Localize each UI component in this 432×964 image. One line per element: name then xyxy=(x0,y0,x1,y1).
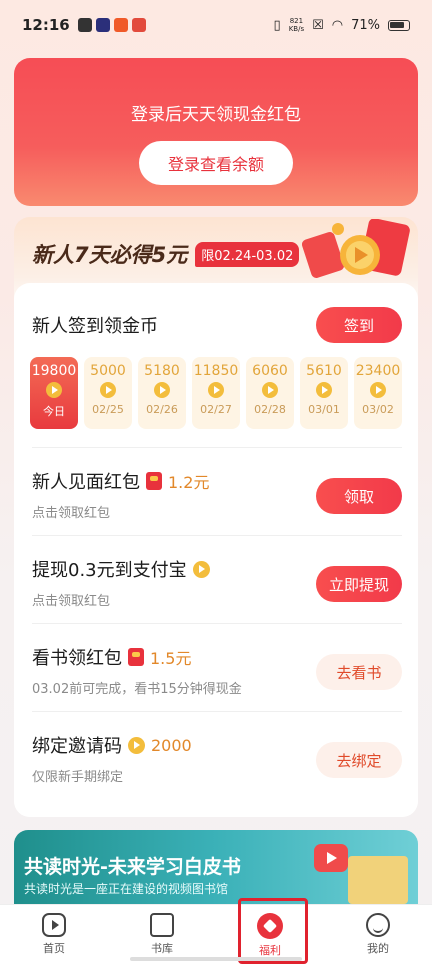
bind-code-button[interactable]: 去绑定 xyxy=(316,742,402,778)
tab-profile[interactable]: 我的 xyxy=(338,913,418,956)
day-date: 02/25 xyxy=(92,403,124,416)
day-coins: 6060 xyxy=(252,363,288,379)
day-coins: 23400 xyxy=(355,363,401,379)
app-icon xyxy=(113,18,128,32)
tab-home[interactable]: 首页 xyxy=(14,913,94,956)
newuser-header: 新人7天必得5元 限02.24-03.02 xyxy=(32,239,300,269)
tab-label: 我的 xyxy=(367,942,389,955)
newuser-content: 新人签到领金币 签到 19800 今日 5000 02/25 5180 02/2… xyxy=(14,283,418,817)
tab-library[interactable]: 书库 xyxy=(122,913,202,956)
task-row: 绑定邀请码 2000 仅限新手期绑定 去绑定 xyxy=(32,711,402,799)
login-title: 登录后天天领现金红包 xyxy=(131,105,301,125)
battery-icon xyxy=(388,19,410,31)
newuser-title: 新人7天必得5元 xyxy=(32,243,188,267)
coin-icon xyxy=(208,382,224,398)
task-amount: 1.2元 xyxy=(168,473,210,492)
signin-days: 19800 今日 5000 02/25 5180 02/26 11850 02/… xyxy=(30,357,402,429)
day-date: 03/01 xyxy=(308,403,340,416)
play-icon xyxy=(42,913,66,937)
battery-percent: 71% xyxy=(351,17,380,33)
day-card[interactable]: 5180 02/26 xyxy=(138,357,186,429)
day-card-today[interactable]: 19800 今日 xyxy=(30,357,78,429)
tab-label: 首页 xyxy=(43,942,65,955)
task-amount: 2000 xyxy=(151,735,192,755)
coin-icon xyxy=(316,382,332,398)
task-row: 提现0.3元到支付宝 点击领取红包 立即提现 xyxy=(32,535,402,623)
signin-button[interactable]: 签到 xyxy=(316,307,402,343)
promo-title: 共读时光-未来学习白皮书 xyxy=(24,856,241,878)
day-date: 今日 xyxy=(43,405,65,418)
day-coins: 5610 xyxy=(306,363,342,379)
coin-icon xyxy=(262,382,278,398)
house-illustration xyxy=(348,856,408,904)
day-date: 02/26 xyxy=(146,403,178,416)
sim-icon: ☒ xyxy=(312,17,324,33)
app-icon xyxy=(95,18,110,32)
day-card[interactable]: 6060 02/28 xyxy=(246,357,294,429)
login-banner: 登录后天天领现金红包 登录查看余额 xyxy=(14,58,418,206)
task-row: 新人见面红包 1.2元 点击领取红包 领取 xyxy=(32,447,402,535)
promo-subtitle: 共读时光是一座正在建设的视频图书馆 xyxy=(24,882,229,896)
task-title: 提现0.3元到支付宝 xyxy=(32,560,187,581)
tab-label: 书库 xyxy=(151,942,173,955)
notification-icons xyxy=(77,18,146,32)
coin-icon xyxy=(192,560,210,578)
day-card[interactable]: 5000 02/25 xyxy=(84,357,132,429)
app-icon xyxy=(77,18,92,32)
highlight-frame xyxy=(238,898,308,964)
red-envelope-icon xyxy=(146,472,162,490)
date-range-badge: 限02.24-03.02 xyxy=(195,241,300,267)
coin-icon xyxy=(46,382,62,398)
claim-button[interactable]: 领取 xyxy=(316,478,402,514)
status-right: ▯ 821 KB/s ☒ ◠ 71% xyxy=(274,17,410,33)
day-card[interactable]: 5610 03/01 xyxy=(300,357,348,429)
withdraw-button[interactable]: 立即提现 xyxy=(316,566,402,602)
clock: 12:16 xyxy=(22,16,70,34)
coin-icon xyxy=(128,736,145,754)
coin-icon xyxy=(154,382,170,398)
bottom-tab-bar: 首页 书库 福利 我的 xyxy=(0,904,432,964)
home-indicator xyxy=(130,957,302,961)
coin-icon xyxy=(100,382,116,398)
red-envelope-icon xyxy=(128,648,144,666)
day-card[interactable]: 23400 03/02 xyxy=(354,357,402,429)
vibrate-icon: ▯ xyxy=(273,17,281,33)
day-card[interactable]: 11850 02/27 xyxy=(192,357,240,429)
promo-banner[interactable]: 共读时光-未来学习白皮书 共读时光是一座正在建设的视频图书馆 xyxy=(14,830,418,910)
read-book-button[interactable]: 去看书 xyxy=(316,654,402,690)
wifi-icon: ◠ xyxy=(331,17,344,33)
signin-title: 新人签到领金币 xyxy=(32,316,158,337)
task-title: 看书领红包 xyxy=(32,648,122,669)
play-icon xyxy=(314,844,348,872)
newuser-card: 新人7天必得5元 限02.24-03.02 新人签到领金币 签到 19800 今… xyxy=(14,217,418,817)
signin-row: 新人签到领金币 签到 xyxy=(32,307,402,343)
profile-icon xyxy=(366,913,390,937)
day-date: 03/02 xyxy=(362,403,394,416)
network-speed: 821 KB/s xyxy=(288,17,305,33)
app-icon xyxy=(131,18,146,32)
task-title: 绑定邀请码 xyxy=(32,736,122,757)
day-coins: 19800 xyxy=(31,363,77,379)
status-bar: 12:16 ▯ 821 KB/s ☒ ◠ 71% xyxy=(0,0,432,50)
day-coins: 11850 xyxy=(193,363,239,379)
task-amount: 1.5元 xyxy=(150,649,192,668)
coin-icon xyxy=(370,382,386,398)
day-coins: 5000 xyxy=(90,363,126,379)
day-coins: 5180 xyxy=(144,363,180,379)
library-icon xyxy=(150,913,174,937)
task-title: 新人见面红包 xyxy=(32,472,140,493)
task-row: 看书领红包 1.5元 03.02前可完成，看书15分钟得现金 去看书 xyxy=(32,623,402,711)
login-button[interactable]: 登录查看余额 xyxy=(139,141,293,185)
red-envelope-icon xyxy=(302,219,410,278)
day-date: 02/27 xyxy=(200,403,232,416)
day-date: 02/28 xyxy=(254,403,286,416)
